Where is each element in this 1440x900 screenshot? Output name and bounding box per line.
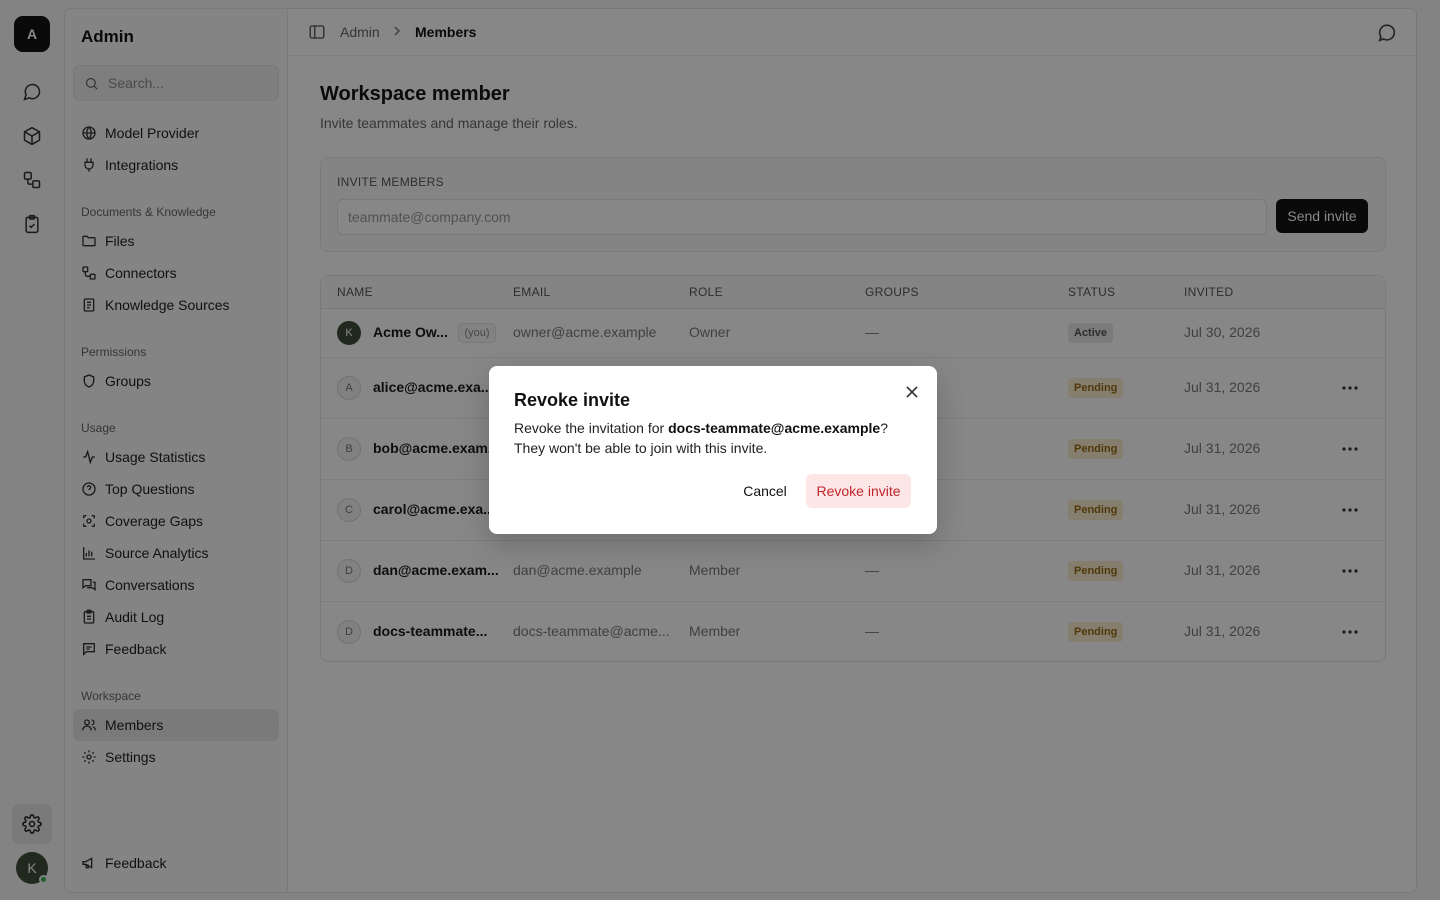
dialog-title: Revoke invite (514, 390, 631, 410)
revoke-invite-button[interactable]: Revoke invite (806, 474, 911, 508)
dialog-body-prefix: Revoke the invitation for (514, 420, 669, 436)
cancel-button[interactable]: Cancel (732, 474, 798, 508)
dialog-body-suffix: ? (880, 420, 888, 436)
dialog-body-line2: They won't be able to join with this inv… (514, 440, 768, 456)
dialog-body: Revoke the invitation for docs-teammate@… (514, 418, 914, 458)
revoke-invite-dialog: Revoke invite Revoke the invitation for … (489, 366, 937, 534)
dialog-body-email: docs-teammate@acme.example (668, 420, 881, 436)
close-icon[interactable] (903, 383, 921, 401)
